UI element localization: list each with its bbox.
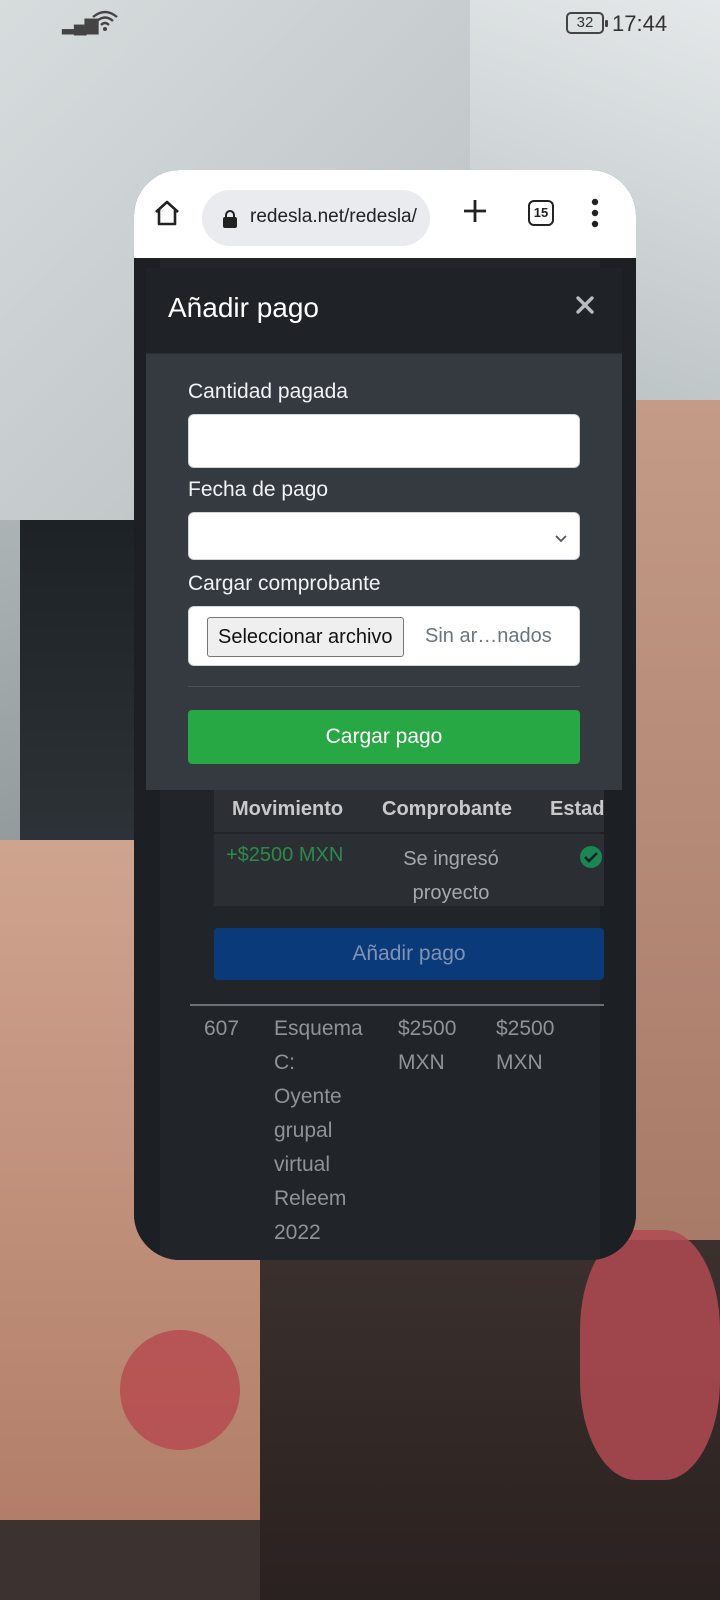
chevron-down-icon [555,531,567,543]
scheme-line: C: [274,1051,295,1074]
submit-payment-button[interactable]: Cargar pago [188,710,580,764]
scheme-line: Esquema [274,1017,363,1040]
paid-line: $2500 [496,1017,555,1040]
home-icon[interactable] [152,198,182,228]
scheme-line: virtual [274,1153,331,1176]
amount-label: Cantidad pagada [188,380,348,403]
choose-file-button[interactable]: Seleccionar archivo [207,617,404,657]
status-time: 17:44 [612,11,668,36]
modal-title: Añadir pago [168,292,320,323]
date-select[interactable] [188,512,580,560]
check-circle-icon [580,846,602,868]
scheme-line: Releem [274,1187,347,1210]
project-paid: $2500 MXN [496,1012,554,1080]
new-tab-icon[interactable] [460,196,490,226]
menu-icon[interactable] [590,196,600,230]
amount-input[interactable] [188,414,580,468]
scheme-line: Oyente [274,1085,342,1108]
movement-amount: +$2500 MXN [226,844,344,866]
project-price: $2500 MXN [398,1012,456,1080]
modal-divider [188,686,580,687]
wifi-icon [92,10,118,38]
scheme-line: grupal [274,1119,333,1142]
project-scheme: Esquema C: Oyente grupal virtual Releem … [274,1012,363,1250]
column-header-receipt: Comprobante [382,798,512,820]
paid-line: MXN [496,1051,543,1074]
url-text: redesla.net/redesla/ [250,206,417,227]
add-payment-modal: Añadir pago Cantidad pagada Fecha de pag… [146,268,622,790]
receipt-file-input[interactable]: Seleccionar archivo Sin ar…nados [188,606,580,666]
receipt-cell: Se ingresó proyecto [388,842,514,910]
project-id: 607 [204,1017,240,1040]
web-page: Movimiento Comprobante Estad +$2500 MXN … [134,258,636,1260]
scheme-line: 2022 [274,1221,321,1244]
close-icon[interactable] [574,294,596,316]
divider [190,1004,604,1006]
column-header-movement: Movimiento [232,798,344,820]
file-status-text: Sin ar…nados [425,625,552,647]
table-row: +$2500 MXN Se ingresó proyecto [214,834,604,906]
receipt-label: Cargar comprobante [188,572,381,595]
tab-switcher-button[interactable]: 15 [528,200,554,226]
receipt-line: Se ingresó [403,848,499,870]
date-label: Fecha de pago [188,478,329,501]
price-line: MXN [398,1051,445,1074]
add-payment-button[interactable]: Añadir pago [214,928,604,980]
battery-indicator: 32 [566,12,608,34]
address-bar[interactable]: redesla.net/redesla/ [202,190,430,246]
price-line: $2500 [398,1017,457,1040]
browser-window: redesla.net/redesla/ 15 Movimiento Compr… [134,170,636,1260]
receipt-line: proyecto [412,882,490,904]
lock-icon [222,210,238,228]
browser-toolbar: redesla.net/redesla/ 15 [134,170,636,258]
payments-table-header: Movimiento Comprobante Estad [214,786,604,832]
modal-header: Añadir pago [146,268,622,354]
status-bar: ▂▄▆ 32 17:44 [0,0,720,48]
column-header-status: Estad [550,798,605,820]
